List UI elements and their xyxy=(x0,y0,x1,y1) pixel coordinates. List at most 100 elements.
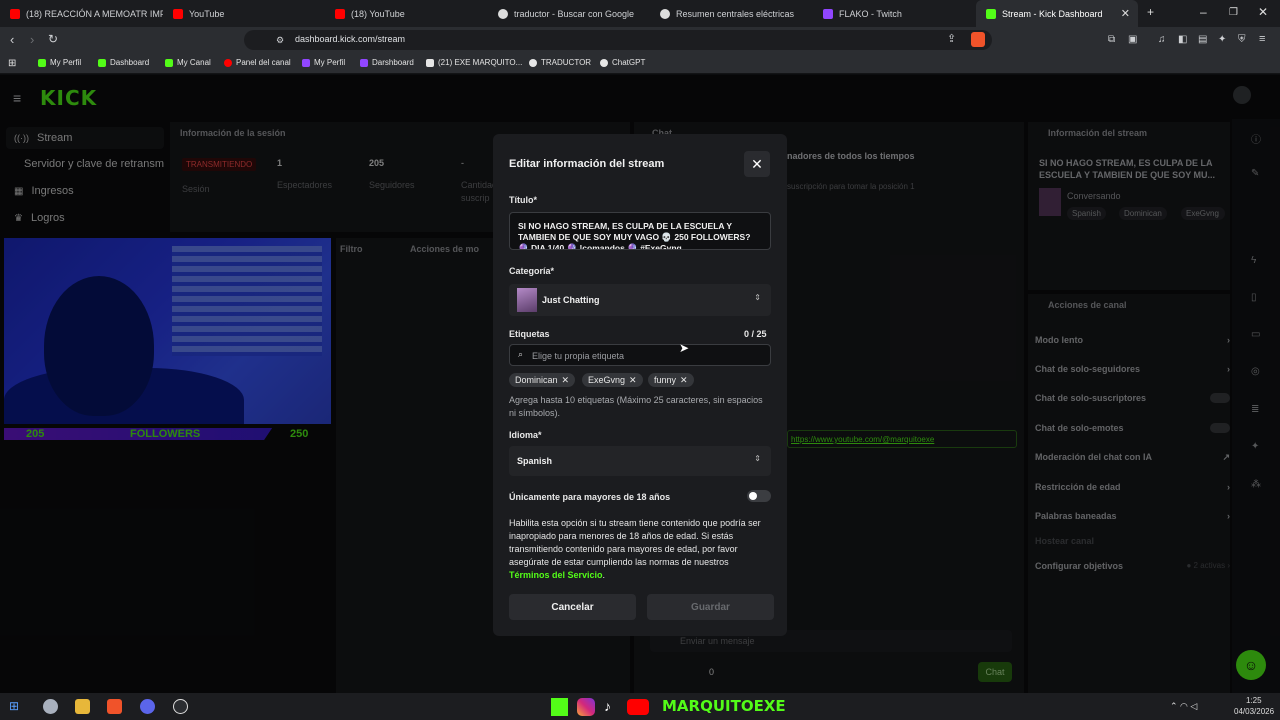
app-icon[interactable] xyxy=(43,699,58,714)
media-icon[interactable]: ♫ xyxy=(1158,34,1166,45)
adult-label: Únicamente para mayores de 18 años xyxy=(509,492,671,502)
bookmark-item[interactable]: Dashboard xyxy=(98,58,149,67)
tiktok-icon: ♪ xyxy=(604,698,611,714)
file-explorer-icon[interactable] xyxy=(75,699,90,714)
maximize-button[interactable]: ❐ xyxy=(1229,7,1238,18)
site-info-icon[interactable]: ⚙ xyxy=(276,35,284,46)
url-text: dashboard.kick.com/stream xyxy=(295,34,406,44)
menu-icon[interactable]: ≡ xyxy=(1259,33,1265,45)
minimize-button[interactable]: – xyxy=(1200,5,1207,19)
bookmark-item[interactable]: My Canal xyxy=(165,58,211,67)
back-icon[interactable]: ‹ xyxy=(10,32,14,47)
title-label: Título* xyxy=(509,195,537,205)
browser-tab[interactable]: (18) YouTube xyxy=(325,0,488,27)
youtube-overlay-icon xyxy=(627,699,649,715)
category-label: Categoría* xyxy=(509,266,555,276)
twitch-icon xyxy=(302,58,310,67)
leo-icon[interactable]: ✦ xyxy=(1218,34,1226,45)
browser-tab-active[interactable]: Stream - Kick Dashboard ✕ xyxy=(976,0,1138,27)
language-label: Idioma* xyxy=(509,430,542,440)
search-icon: ⌕ xyxy=(518,349,524,359)
google-icon xyxy=(498,8,508,19)
bookmark-item[interactable]: TRADUCTOR xyxy=(529,58,591,67)
google-icon xyxy=(529,58,537,67)
tag-chip[interactable]: funny ✕ xyxy=(648,373,694,387)
chatgpt-icon xyxy=(660,8,670,19)
discord-icon[interactable] xyxy=(140,699,155,714)
kick-icon xyxy=(38,58,46,67)
channel-name-overlay: MARQUITOEXE xyxy=(662,697,786,715)
tags-counter: 0 / 25 xyxy=(744,329,767,339)
tags-label: Etiquetas xyxy=(509,329,550,339)
share-icon[interactable]: ⇪ xyxy=(947,32,956,45)
remove-tag-icon[interactable]: ✕ xyxy=(562,375,570,386)
language-select[interactable]: Spanish ⇕ xyxy=(509,446,771,476)
apps-icon[interactable]: ⊞ xyxy=(8,58,16,69)
mouse-cursor-icon: ➤ xyxy=(679,341,690,355)
clock-time: 1:25 xyxy=(1246,696,1262,705)
modal-close-button[interactable]: ✕ xyxy=(744,151,770,177)
extension-icon[interactable]: ⧉ xyxy=(1108,34,1115,45)
bookmark-item[interactable]: ChatGPT xyxy=(600,58,645,67)
browser-tab[interactable]: (18) REACCIÓN A MEMOATR IMPACT xyxy=(0,0,163,27)
kick-icon xyxy=(98,58,106,67)
adult-help-text: Habilita esta opción si tu stream tiene … xyxy=(509,518,761,580)
close-icon: ✕ xyxy=(751,156,763,172)
category-thumbnail xyxy=(517,288,537,312)
screenshot-icon[interactable]: ▣ xyxy=(1128,34,1137,45)
tags-help-text: Agrega hasta 10 etiquetas (Máximo 25 car… xyxy=(509,395,763,418)
category-select[interactable]: Just Chatting ⇕ xyxy=(509,284,771,316)
remove-tag-icon[interactable]: ✕ xyxy=(680,375,688,386)
save-button[interactable]: Guardar xyxy=(647,594,774,620)
clock-date: 04/03/2026 xyxy=(1234,707,1275,716)
bookmark-item[interactable]: My Perfil xyxy=(302,58,345,67)
windows-start-icon[interactable]: ⊞ xyxy=(9,699,19,713)
browser-tab[interactable]: FLAKO - Twitch xyxy=(813,0,976,27)
bookmark-item[interactable]: Darshboard xyxy=(360,58,414,67)
twitch-icon xyxy=(360,58,368,67)
select-arrows-icon: ⇕ xyxy=(754,454,761,463)
bookmark-item[interactable]: (21) EXE MARQUITO... xyxy=(426,58,522,67)
brave-shield-icon[interactable] xyxy=(971,32,985,47)
bookmark-item[interactable]: My Perfil xyxy=(38,58,81,67)
cancel-button[interactable]: Cancelar xyxy=(509,594,636,620)
modal-title: Editar información del stream xyxy=(509,158,665,170)
remove-tag-icon[interactable]: ✕ xyxy=(629,375,637,386)
youtube-icon xyxy=(224,58,232,67)
language-value: Spanish xyxy=(517,456,553,466)
category-value: Just Chatting xyxy=(542,295,600,305)
vpn-icon[interactable]: ⛨ xyxy=(1238,34,1246,45)
obs-icon[interactable] xyxy=(173,699,188,714)
terms-link[interactable]: Términos del Servicio xyxy=(509,570,603,580)
reload-icon[interactable]: ↻ xyxy=(48,32,58,46)
bookmark-item[interactable]: Panel del canal xyxy=(224,58,291,67)
stream-title-field[interactable]: SI NO HAGO STREAM, ES CULPA DE LA ESCUEL… xyxy=(509,212,771,250)
adult-toggle[interactable] xyxy=(747,490,771,502)
x-icon xyxy=(426,58,434,67)
twitch-icon xyxy=(823,8,833,19)
tag-chip[interactable]: Dominican ✕ xyxy=(509,373,576,387)
select-arrows-icon: ⇕ xyxy=(754,293,761,302)
close-tab-icon[interactable]: ✕ xyxy=(1121,7,1130,20)
wallet-icon[interactable]: ▤ xyxy=(1198,34,1207,45)
forward-icon[interactable]: › xyxy=(30,32,34,47)
new-tab-button[interactable]: + xyxy=(1147,5,1154,19)
browser-tab[interactable]: traductor - Buscar con Google xyxy=(488,0,650,27)
youtube-icon xyxy=(335,8,345,19)
brave-icon[interactable] xyxy=(107,699,122,714)
kick-icon xyxy=(165,58,173,67)
kick-logo-overlay-icon xyxy=(551,698,568,716)
chatgpt-icon xyxy=(600,58,608,67)
instagram-icon xyxy=(577,698,595,716)
youtube-icon xyxy=(10,8,20,19)
stream-title-value: SI NO HAGO STREAM, ES CULPA DE LA ESCUEL… xyxy=(518,221,751,250)
tag-chip[interactable]: ExeGvng ✕ xyxy=(582,373,643,387)
browser-tab[interactable]: YouTube xyxy=(163,0,325,27)
sidebar-toggle-icon[interactable]: ◧ xyxy=(1178,34,1187,45)
tags-input-placeholder: Elige tu propia etiqueta xyxy=(532,351,625,361)
browser-tab[interactable]: Resumen centrales eléctricas xyxy=(650,0,813,27)
close-window-button[interactable]: ✕ xyxy=(1258,5,1268,19)
youtube-icon xyxy=(173,8,183,19)
tray-icons[interactable]: ⌃ ◠ ◁ xyxy=(1170,701,1197,712)
tags-input[interactable]: ⌕ Elige tu propia etiqueta xyxy=(509,344,771,366)
